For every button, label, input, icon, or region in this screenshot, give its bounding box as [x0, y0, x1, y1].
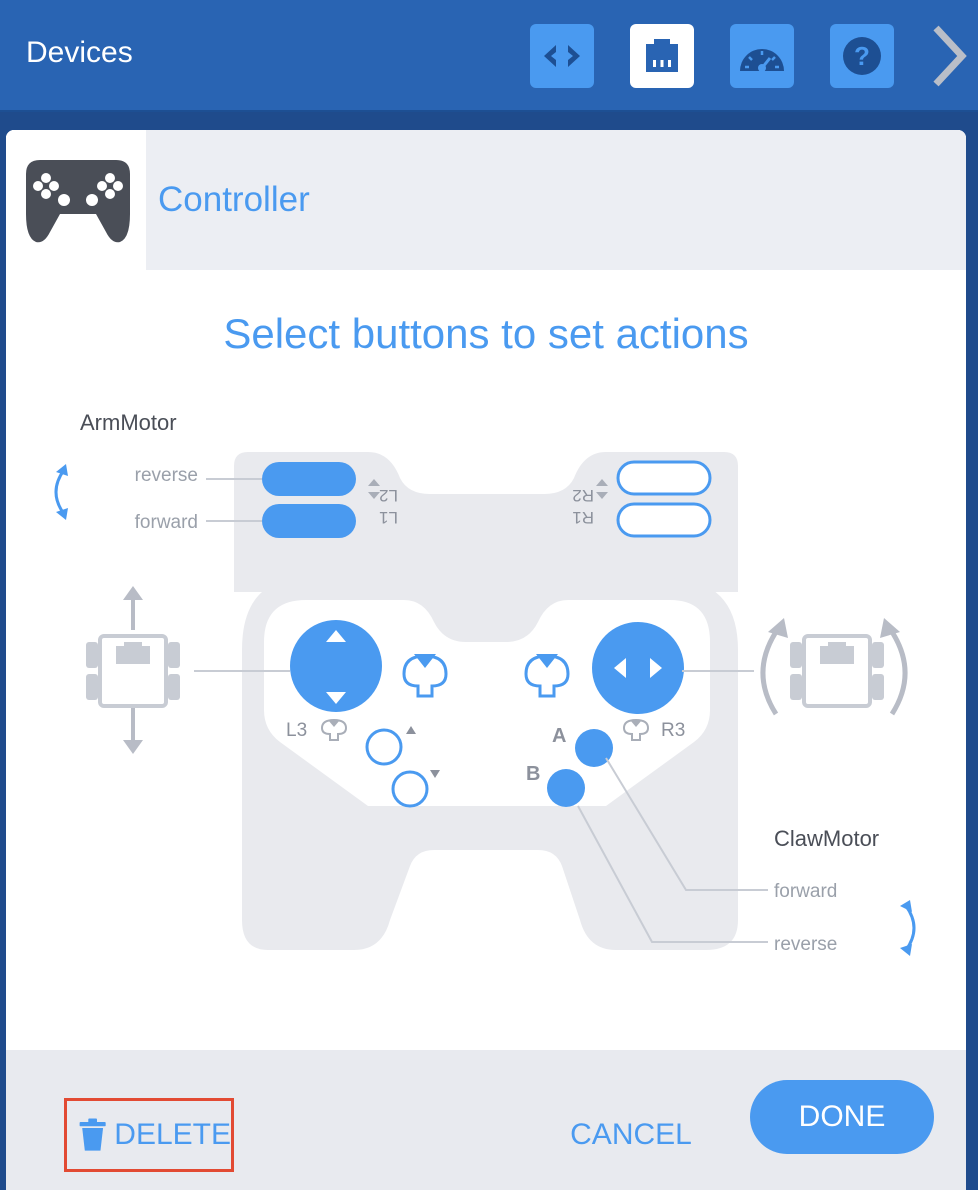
rotate-arrows-icon [54, 464, 68, 520]
arm-forward-label: forward [135, 512, 198, 533]
r2-label: R2 [572, 486, 594, 505]
dashboard-button[interactable] [730, 24, 794, 88]
claw-reverse-label: reverse [774, 934, 837, 955]
delete-button[interactable]: DELETE [64, 1098, 234, 1172]
device-port-icon [646, 39, 678, 72]
help-button[interactable]: ? [830, 24, 894, 88]
dashboard-gauge-icon [740, 49, 784, 72]
device-config-panel: Controller Select buttons to set actions… [6, 130, 966, 1190]
code-view-button[interactable] [530, 24, 594, 88]
trash-icon [79, 1118, 106, 1151]
left-down-button[interactable] [391, 770, 429, 808]
button-b-label: B [526, 763, 540, 785]
claw-motor-label: ClawMotor [774, 826, 879, 851]
svg-text:?: ? [854, 41, 870, 71]
cancel-button[interactable]: CANCEL [566, 1098, 696, 1172]
l3-label: L3 [286, 720, 307, 741]
button-a-label: A [552, 725, 566, 747]
devices-title: Devices [26, 36, 133, 69]
claw-forward-label: forward [774, 881, 837, 902]
arm-reverse-label: reverse [135, 465, 198, 486]
r3-label: R3 [661, 720, 685, 741]
l1-button[interactable] [262, 504, 356, 538]
l1-label: L1 [379, 508, 398, 527]
help-icon: ? [843, 37, 881, 75]
left-up-button[interactable] [365, 728, 403, 766]
code-brackets-icon [544, 45, 580, 67]
devices-button[interactable] [630, 24, 694, 88]
delete-label: DELETE [114, 1118, 231, 1151]
dialog-footer: DELETE CANCEL DONE [6, 1050, 966, 1190]
l2-button[interactable] [262, 462, 356, 496]
robot-drive-forward-icon [86, 586, 180, 754]
right-joystick[interactable] [592, 622, 684, 714]
claw-rotate-arrows-icon [900, 900, 916, 956]
r1-label: R1 [572, 508, 594, 527]
l2-label: L2 [379, 486, 398, 505]
button-b[interactable] [547, 769, 585, 807]
r1-button[interactable] [616, 502, 712, 538]
r2-button[interactable] [616, 460, 712, 496]
robot-turn-icon [760, 618, 908, 716]
controller-diagram: L2 L1 R2 R1 ArmMotor reverse forward L3 … [54, 410, 916, 956]
arm-motor-label: ArmMotor [80, 410, 177, 435]
top-bar: Devices ? [0, 0, 978, 112]
done-button[interactable]: DONE [750, 1080, 934, 1154]
chevron-right-icon[interactable] [928, 22, 972, 90]
